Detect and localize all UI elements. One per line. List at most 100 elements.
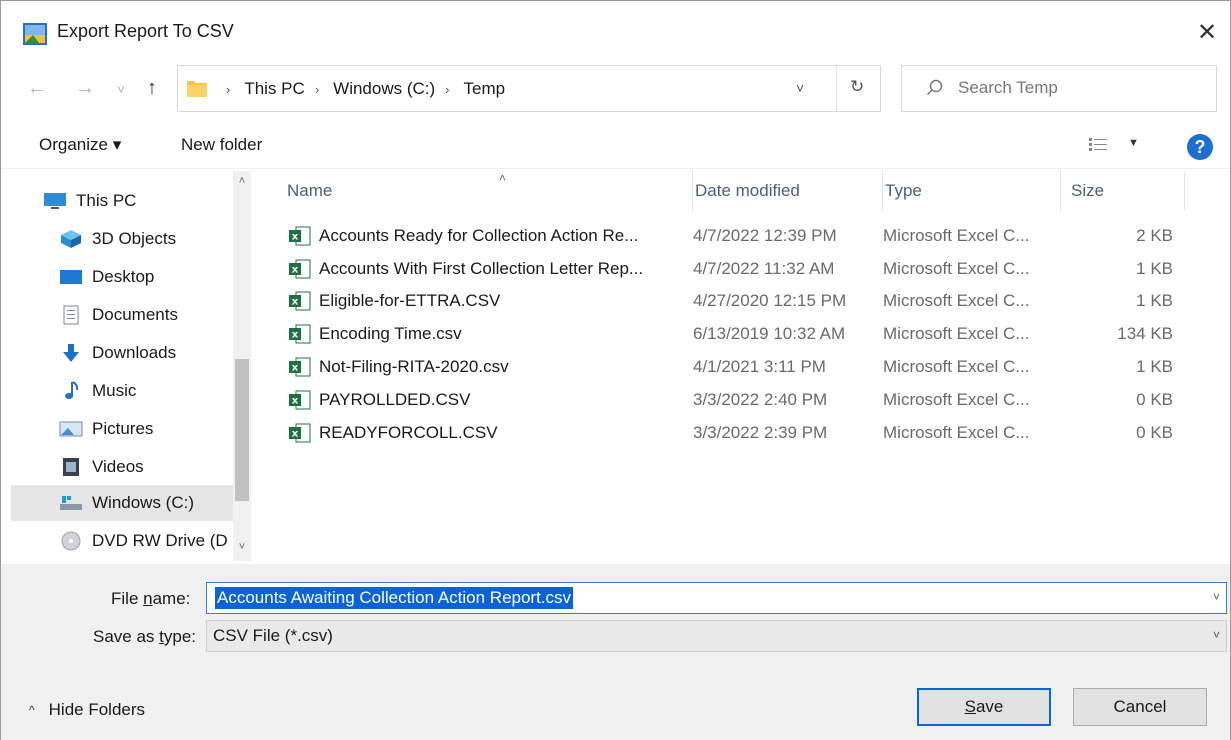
file-name: Eligible-for-ETTRA.CSV [319,291,501,310]
file-name: PAYROLLDED.CSV [319,390,471,409]
file-type: Microsoft Excel C... [883,357,1030,376]
refresh-icon[interactable]: ↻ [850,77,864,97]
back-arrow-icon[interactable]: ← [27,77,47,100]
dvd-icon [61,531,81,551]
file-type: Microsoft Excel C... [883,259,1030,278]
save-as-type-value: CSV File (*.csv) [213,626,333,645]
sidebar-item-3d-objects[interactable]: 3D Objects [11,221,233,257]
sidebar-item-documents[interactable]: Documents [11,297,233,333]
breadcrumb-separator: › [445,81,450,97]
recent-locations-icon[interactable]: ˅ [117,81,125,97]
file-date: 3/3/2022 2:40 PM [693,390,828,409]
chevron-down-icon[interactable]: ˅ [1213,590,1220,604]
file-row[interactable]: x Encoding Time.csv 6/13/2019 10:32 AM M… [281,318,1181,350]
file-size: 2 KB [1136,226,1173,245]
excel-file-icon: x [289,324,311,344]
column-header-name[interactable]: Name ˄ [281,171,693,211]
hide-folders-button[interactable]: ^ Hide Folders [29,700,145,720]
file-row[interactable]: x Accounts Ready for Collection Action R… [281,220,1181,252]
search-box[interactable] [901,65,1217,112]
file-row[interactable]: x Not-Filing-RITA-2020.csv 4/1/2021 3:11… [281,351,1181,383]
search-input[interactable] [958,78,1208,98]
file-name-label: File name: [111,589,191,608]
close-icon: ✕ [1196,18,1218,46]
file-row[interactable]: x PAYROLLDED.CSV 3/3/2022 2:40 PM Micros… [281,384,1181,416]
breadcrumb-windows-c[interactable]: Windows (C:) [333,79,435,99]
save-button[interactable]: Save [917,688,1051,726]
column-header-date-modified[interactable]: Date modified [693,171,883,211]
column-label: Name [287,181,333,200]
organize-menu[interactable]: Organize ▾ [39,135,121,155]
file-row[interactable]: x READYFORCOLL.CSV 3/3/2022 2:39 PM Micr… [281,417,1181,449]
navigation-scrollbar[interactable]: ˄ ˅ [233,171,251,561]
svg-text:x: x [292,232,299,243]
navigation-bar: ← → ˅ ↑ › This PC › Windows (C:) › Temp … [1,63,1230,115]
pictures-icon [59,421,83,437]
svg-text:x: x [292,363,299,374]
sidebar-item-desktop[interactable]: Desktop [11,259,233,295]
file-date: 6/13/2019 10:32 AM [693,324,846,343]
column-header-type[interactable]: Type [883,171,1061,211]
scroll-thumb[interactable] [235,359,249,501]
breadcrumb-separator: › [314,81,320,97]
sidebar-item-this-pc[interactable]: This PC [11,183,233,219]
sidebar-item-downloads[interactable]: Downloads [11,335,233,371]
title-bar[interactable]: Export Report To CSV ✕ [1,1,1230,63]
sidebar-item-windows-c[interactable]: Windows (C:) [11,485,233,521]
close-button[interactable]: ✕ [1184,9,1230,55]
this-pc-icon [44,193,66,209]
up-arrow-icon[interactable]: ↑ [147,77,157,100]
breadcrumb-temp[interactable]: Temp [464,79,506,99]
address-dropdown-icon[interactable]: ˅ [796,80,804,96]
app-icon [23,23,47,45]
file-size: 1 KB [1136,357,1173,376]
sidebar-item-pictures[interactable]: Pictures [11,411,233,447]
forward-arrow-icon[interactable]: → [75,77,95,100]
file-list: Name ˄ Date modified Type Size x Account… [261,171,1231,561]
new-folder-button[interactable]: New folder [181,135,262,155]
address-bar[interactable]: › This PC › Windows (C:) › Temp ˅ ↻ [177,65,881,112]
file-name: Accounts With First Collection Letter Re… [319,259,644,278]
file-name-input[interactable]: Accounts Awaiting Collection Action Repo… [215,587,574,609]
sidebar-item-label: Desktop [92,267,155,286]
save-options-panel: File name: Accounts Awaiting Collection … [1,564,1230,740]
file-size: 0 KB [1136,390,1173,409]
window-title: Export Report To CSV [57,21,234,41]
save-as-type-select[interactable]: CSV File (*.csv) ˅ [206,620,1227,652]
sidebar-item-label: 3D Objects [92,229,177,248]
file-name-field[interactable]: Accounts Awaiting Collection Action Repo… [206,582,1227,614]
search-icon [926,79,943,96]
scroll-up-icon[interactable]: ˄ [233,175,251,187]
excel-file-icon: x [289,226,311,246]
views-icon[interactable] [1089,137,1107,153]
file-row[interactable]: x Eligible-for-ETTRA.CSV 4/27/2020 12:15… [281,285,1181,317]
export-dialog: Export Report To CSV ✕ ← → ˅ ↑ › This PC… [0,0,1231,740]
navigation-pane: This PC 3D Objects Desktop Documents Dow… [11,171,251,561]
excel-file-icon: x [289,423,311,443]
file-date: 4/27/2020 12:15 PM [693,291,847,310]
sidebar-item-label: DVD RW Drive (D [92,531,228,550]
views-dropdown-icon[interactable]: ▼ [1128,137,1139,149]
help-icon[interactable]: ? [1187,134,1213,160]
file-size: 0 KB [1136,423,1173,442]
file-name: Not-Filing-RITA-2020.csv [319,357,509,376]
save-as-type-label: Save as type: [93,627,197,646]
breadcrumb-this-pc[interactable]: This PC [244,79,304,99]
svg-text:x: x [292,297,299,308]
breadcrumb: › This PC › Windows (C:) › Temp [216,79,505,99]
svg-text:x: x [292,396,299,407]
svg-text:x: x [292,429,299,440]
sidebar-item-music[interactable]: Music [11,373,233,409]
column-header-size[interactable]: Size [1061,171,1185,211]
downloads-icon [63,344,79,362]
scroll-down-icon[interactable]: ˅ [233,541,251,553]
cancel-button[interactable]: Cancel [1073,688,1207,726]
sidebar-item-dvd-drive[interactable]: DVD RW Drive (D [11,523,233,559]
sidebar-item-label: This PC [76,191,137,210]
file-size: 1 KB [1136,291,1173,310]
chevron-down-icon[interactable]: ˅ [1213,628,1220,642]
sidebar-item-videos[interactable]: Videos [11,449,233,485]
file-name: Encoding Time.csv [319,324,462,343]
file-row[interactable]: x Accounts With First Collection Letter … [281,253,1181,285]
chevron-up-icon: ^ [29,703,35,717]
